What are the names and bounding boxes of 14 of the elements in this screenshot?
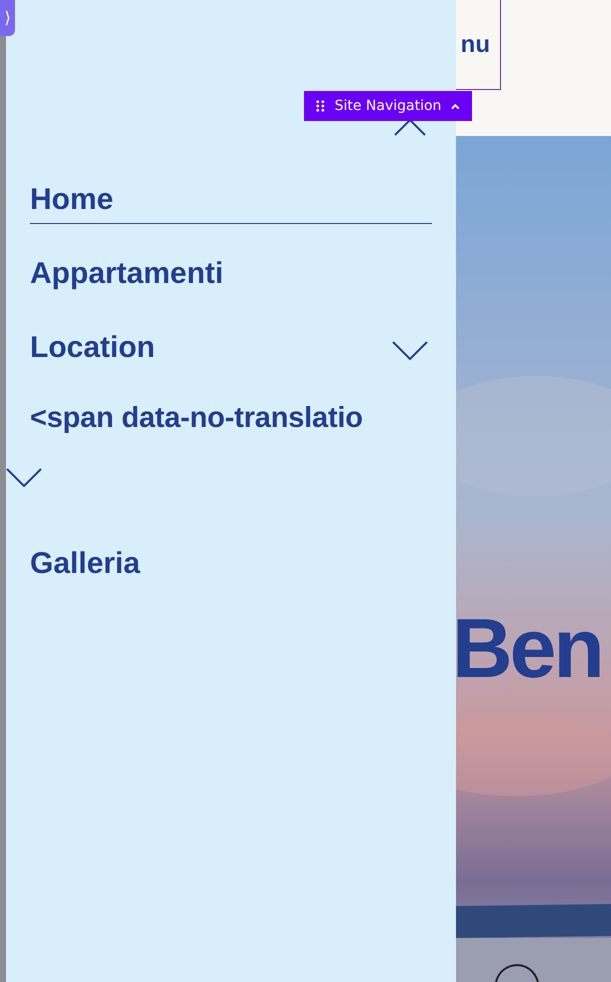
menu-item[interactable]: Home — [30, 182, 432, 224]
site-navigation-badge[interactable]: Site Navigation — [304, 91, 472, 121]
menu-item[interactable]: Location — [30, 331, 155, 371]
menu-box[interactable]: nu — [456, 0, 501, 90]
chevron-up-icon[interactable] — [394, 118, 426, 136]
panel-toggle-tab[interactable]: ⟩ — [0, 0, 15, 36]
chevron-down-icon[interactable] — [6, 468, 42, 488]
chevron-down-icon[interactable] — [392, 341, 428, 361]
menu-item[interactable]: Appartamenti — [30, 257, 224, 297]
menu-item[interactable]: <span data-no-translatio — [30, 402, 363, 441]
drag-handle-icon[interactable] — [316, 99, 325, 113]
hero-heading: Ben — [456, 606, 602, 690]
badge-label: Site Navigation — [334, 98, 442, 114]
menu-item[interactable]: Galleria — [30, 547, 140, 587]
